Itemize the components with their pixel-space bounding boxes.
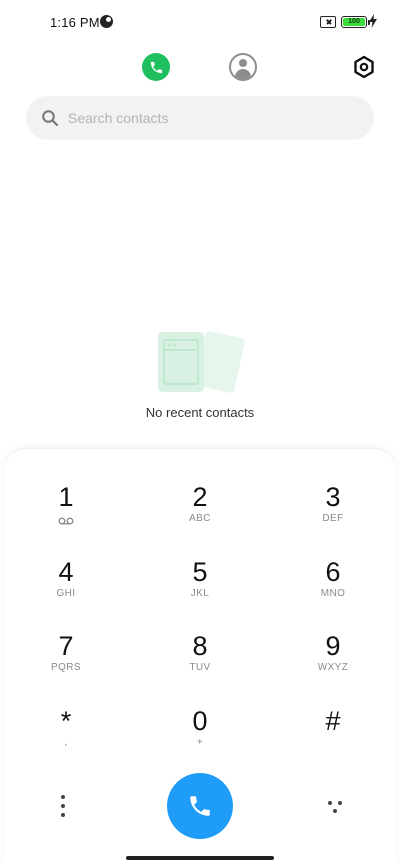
key-digit: 8: [192, 631, 208, 661]
key-digit: #: [325, 706, 341, 736]
dialpad-toggle-button[interactable]: [326, 797, 346, 817]
dialpad-key-star[interactable]: * ,: [11, 706, 121, 766]
home-indicator[interactable]: [126, 856, 274, 860]
phone-icon: [150, 61, 162, 73]
key-letters: GHI: [56, 588, 76, 599]
tab-contacts[interactable]: [229, 53, 257, 81]
key-digit: 2: [192, 482, 208, 512]
phone-icon: [190, 796, 210, 816]
dialpad-key-hash[interactable]: #: [278, 706, 388, 766]
do-not-disturb-icon: [100, 15, 113, 28]
key-digit: 1: [58, 482, 74, 512]
more-options-button[interactable]: [56, 795, 70, 817]
key-letters: +: [196, 737, 204, 748]
dialpad-dots-icon: [328, 801, 332, 805]
call-button[interactable]: [167, 773, 233, 839]
empty-state-message: No recent contacts: [145, 405, 255, 420]
dialpad-key-6[interactable]: 6 MNO: [278, 557, 388, 617]
tab-phone[interactable]: [142, 53, 170, 81]
dialpad-key-4[interactable]: 4 GHI: [11, 557, 121, 617]
search-input[interactable]: [68, 110, 338, 126]
key-letters: TUV: [189, 662, 211, 673]
key-letters: DEF: [322, 513, 344, 524]
dialpad-key-3[interactable]: 3 DEF: [278, 482, 388, 542]
dialpad-key-8[interactable]: 8 TUV: [145, 631, 255, 691]
key-digit: 9: [325, 631, 341, 661]
search-icon: [41, 109, 59, 127]
key-letters: ABC: [189, 513, 211, 524]
empty-contacts-illustration: [158, 331, 245, 393]
key-letters: PQRS: [51, 662, 81, 673]
key-digit: 3: [325, 482, 341, 512]
voicemail-icon: [58, 517, 74, 525]
key-digit: *: [60, 706, 72, 736]
key-letters: ,: [64, 737, 68, 748]
more-vertical-icon: [61, 795, 65, 799]
top-navigation: [0, 48, 400, 88]
dialpad-key-1[interactable]: 1: [11, 482, 121, 542]
dialpad-key-5[interactable]: 5 JKL: [145, 557, 255, 617]
search-bar[interactable]: [26, 96, 374, 140]
battery-icon: 100: [341, 16, 370, 28]
key-digit: 7: [58, 631, 74, 661]
key-digit: 6: [325, 557, 341, 587]
dialpad-key-0[interactable]: 0 +: [145, 706, 255, 766]
battery-level: 100: [343, 18, 365, 26]
key-digit: 4: [58, 557, 74, 587]
dialpad-key-2[interactable]: 2 ABC: [145, 482, 255, 542]
dialpad-key-7[interactable]: 7 PQRS: [11, 631, 121, 691]
key-letters: MNO: [320, 588, 346, 599]
charging-icon: [369, 14, 377, 28]
settings-button[interactable]: [351, 53, 377, 81]
settings-icon: [354, 55, 374, 79]
status-time: 1:16 PM: [50, 15, 100, 30]
key-letters: JKL: [190, 588, 210, 599]
key-letters: WXYZ: [317, 662, 349, 673]
no-sim-icon: [320, 16, 336, 28]
dialpad-key-9[interactable]: 9 WXYZ: [278, 631, 388, 691]
key-digit: 0: [192, 706, 208, 736]
key-digit: 5: [192, 557, 208, 587]
status-bar: 1:16 PM 100: [0, 0, 400, 44]
